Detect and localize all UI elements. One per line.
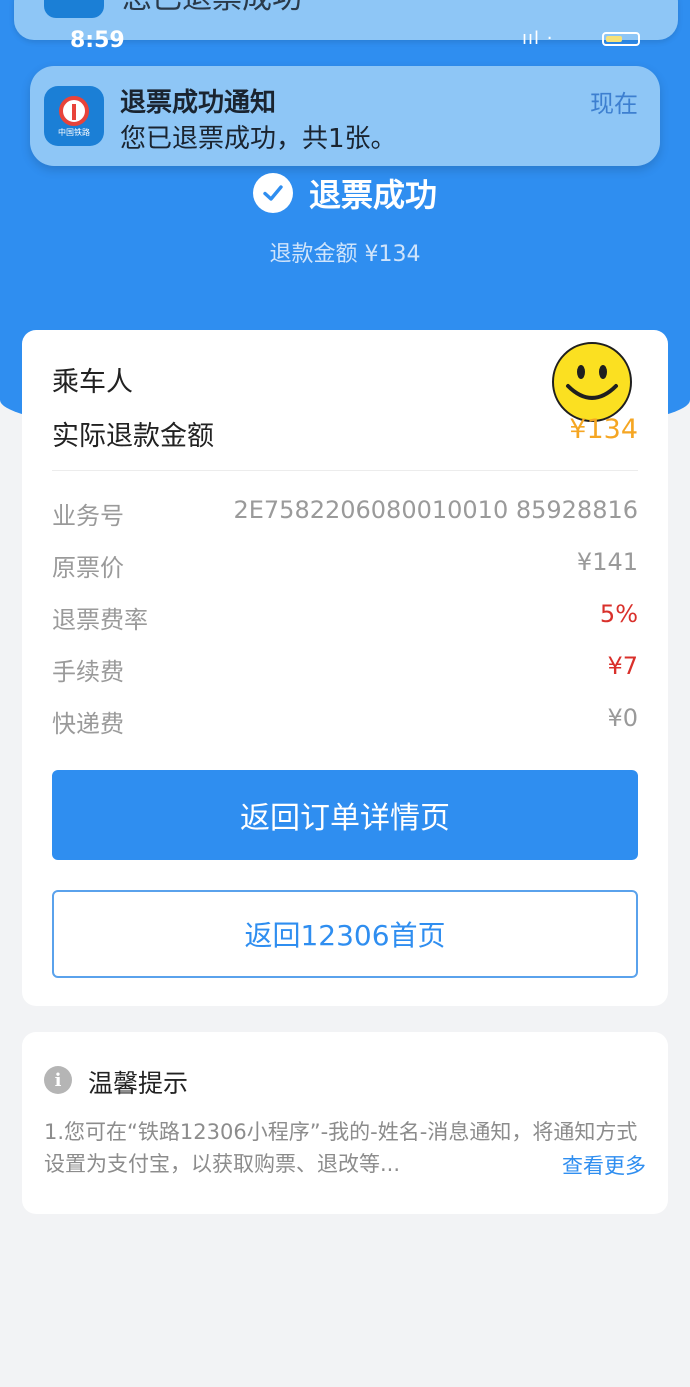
info-icon: i	[44, 1066, 72, 1094]
refund-details-card: 乘车人 实际退款金额 ¥134 业务号 2E7582206080010010 8…	[22, 330, 668, 1006]
detail-row-original-price: 原票价 ¥141	[52, 548, 638, 584]
app-icon-label: 中国铁路	[58, 127, 90, 137]
back-to-order-details-button[interactable]: 返回订单详情页	[52, 770, 638, 860]
notification-title: 退票成功通知	[120, 88, 277, 118]
detail-value: ¥0	[607, 704, 638, 732]
check-icon	[252, 173, 293, 213]
railway-logo-icon	[59, 95, 89, 126]
notification-banner[interactable]: 中国铁路 退票成功通知 您已退票成功，共1张。 现在	[30, 66, 660, 166]
detail-row-delivery-fee: 快递费 ¥0	[52, 704, 638, 740]
success-header: 退票成功	[0, 168, 690, 218]
detail-value: 2E7582206080010010 85928816	[233, 496, 638, 524]
detail-row-handling-fee: 手续费 ¥7	[52, 652, 638, 688]
detail-key: 原票价	[52, 554, 124, 582]
smiley-sticker	[552, 342, 632, 422]
detail-key: 退票费率	[52, 606, 148, 634]
divider	[52, 470, 638, 471]
tips-card: i 温馨提示 1.您可在“铁路12306小程序”-我的-姓名-消息通知，将通知方…	[22, 1032, 668, 1214]
tips-title: 温馨提示	[88, 1069, 189, 1098]
detail-row-refund-rate: 退票费率 5%	[52, 600, 638, 636]
notification-previous-text: 您已退票成功	[122, 0, 302, 14]
notification-body: 您已退票成功，共1张。	[120, 124, 397, 154]
tips-body: 1.您可在“铁路12306小程序”-我的-姓名-消息通知，将通知方式设置为支付宝…	[44, 1120, 638, 1176]
notification-time: 现在	[590, 90, 638, 118]
status-bar: 8:59 ııl ·	[0, 28, 690, 53]
railway-app-icon: 中国铁路	[44, 86, 104, 146]
actual-refund-value: ¥134	[569, 414, 638, 445]
detail-value: ¥7	[607, 652, 638, 680]
detail-row-business-no: 业务号 2E7582206080010010 85928816	[52, 496, 638, 532]
detail-key: 业务号	[52, 502, 124, 530]
signal-icon: ııl ·	[522, 28, 554, 49]
status-time: 8:59	[70, 28, 125, 53]
detail-value: 5%	[599, 600, 638, 628]
detail-value: ¥141	[576, 548, 638, 576]
detail-key: 手续费	[52, 658, 124, 686]
success-label: 退票成功	[308, 176, 437, 214]
back-to-12306-home-button[interactable]: 返回12306首页	[52, 890, 638, 978]
view-more-link[interactable]: 查看更多	[562, 1150, 646, 1180]
passenger-label: 乘车人	[52, 367, 133, 398]
battery-icon	[602, 32, 640, 46]
detail-key: 快递费	[52, 710, 124, 738]
refund-amount-summary: 退款金额 ¥134	[269, 242, 421, 267]
actual-refund-label: 实际退款金额	[52, 421, 214, 452]
railway-app-icon	[44, 0, 104, 18]
